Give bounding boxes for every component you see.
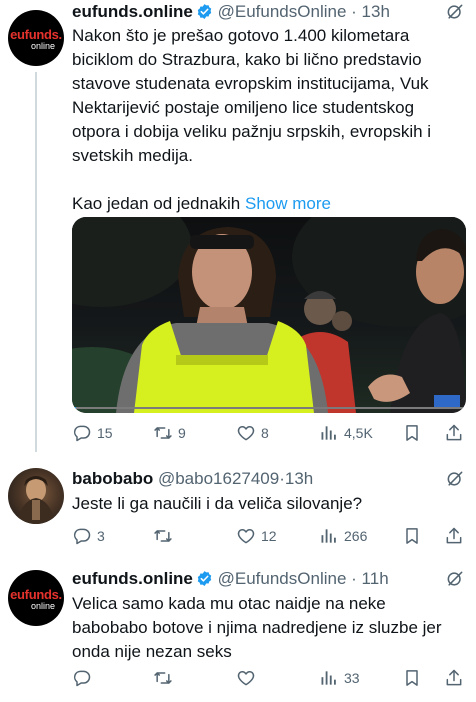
- bookmark-icon: [402, 668, 422, 688]
- share-button[interactable]: [444, 524, 464, 548]
- timestamp[interactable]: 13h: [362, 2, 390, 21]
- avatar[interactable]: eufunds. online: [8, 10, 64, 66]
- text-line: Nektarijević postaje omiljeno lice stude…: [72, 98, 415, 117]
- tweet-header: eufunds.online @EufundsOnline · 11h: [72, 568, 389, 590]
- text-line: Velica samo kada mu otac naidje na neke: [72, 594, 386, 613]
- text-line: biciklom do Strazbura, kako bi lično pre…: [72, 50, 422, 69]
- views-count: 4,5K: [344, 425, 373, 441]
- dot-separator: ·: [351, 569, 357, 588]
- like-count: 8: [261, 425, 269, 441]
- reply-icon: [72, 668, 92, 688]
- views-count: 266: [344, 528, 368, 544]
- action-bar: 3 12 266: [72, 524, 466, 548]
- handle[interactable]: @EufundsOnline: [218, 2, 347, 21]
- retweet-button[interactable]: 9: [153, 421, 186, 445]
- tweet-header: eufunds.online @EufundsOnline · 13h: [72, 1, 390, 23]
- avatar[interactable]: [8, 468, 64, 524]
- views-button[interactable]: 33: [319, 666, 360, 690]
- like-button[interactable]: [236, 666, 261, 690]
- action-bar: 33: [72, 666, 466, 690]
- video-frame: [72, 217, 466, 413]
- like-count: 12: [261, 528, 277, 544]
- like-button[interactable]: 8: [236, 421, 269, 445]
- share-button[interactable]: [444, 666, 464, 690]
- reply-button[interactable]: [72, 666, 97, 690]
- tweet-header: babobabo @babo1627409·13h: [72, 468, 313, 490]
- avatar-logo-subtext: online: [30, 41, 55, 51]
- reply-count: 3: [97, 528, 105, 544]
- handle[interactable]: @EufundsOnline: [218, 569, 347, 588]
- tweet-text: Velica samo kada mu otac naidje na neke …: [72, 592, 464, 664]
- tweet-text: Nakon što je prešao gotovo 1.400 kilomet…: [72, 24, 464, 216]
- reply-count: 15: [97, 425, 113, 441]
- tweet-2[interactable]: babobabo @babo1627409·13h Jeste li ga na…: [0, 452, 476, 560]
- text-line: stavove studenata evropskim institucijam…: [72, 74, 429, 93]
- bookmark-button[interactable]: [402, 524, 422, 548]
- display-name[interactable]: eufunds.online: [72, 2, 193, 21]
- bookmark-button[interactable]: [402, 421, 422, 445]
- tweet-1[interactable]: eufunds. online eufunds.online @EufundsO…: [0, 0, 476, 452]
- verified-badge-icon: [196, 570, 213, 587]
- text-line-tail: Kao jedan od jednakih Show more: [72, 192, 464, 216]
- reply-button[interactable]: 3: [72, 524, 105, 548]
- bookmark-button[interactable]: [402, 666, 422, 690]
- text-line: Nakon što je prešao gotovo 1.400 kilomet…: [72, 26, 410, 45]
- reply-icon: [72, 526, 92, 546]
- share-icon: [444, 668, 464, 688]
- text-spacer: [72, 168, 464, 192]
- views-button[interactable]: 266: [319, 524, 367, 548]
- display-name[interactable]: babobabo: [72, 469, 153, 488]
- reply-button[interactable]: 15: [72, 421, 113, 445]
- views-icon: [319, 526, 339, 546]
- retweet-button[interactable]: [153, 666, 178, 690]
- avatar[interactable]: eufunds. online: [8, 570, 64, 626]
- text-line: otpora i dobija veliku pažnju srpskih, e…: [72, 122, 432, 141]
- timestamp[interactable]: 11h: [362, 569, 389, 588]
- tweet-3[interactable]: eufunds. online eufunds.online @EufundsO…: [0, 560, 476, 702]
- like-button[interactable]: 12: [236, 524, 277, 548]
- share-button[interactable]: [444, 421, 464, 445]
- tweet-text: Jeste li ga naučili i da veliča silovanj…: [72, 492, 464, 516]
- thread-line: [35, 72, 37, 452]
- video-thumbnail[interactable]: [72, 217, 466, 413]
- verified-badge-icon: [196, 3, 213, 20]
- text-line: babobabo botove i njima nadredjene iz sl…: [72, 618, 442, 637]
- retweet-icon: [153, 526, 173, 546]
- heart-icon: [236, 526, 256, 546]
- text-line: Jeste li ga naučili i da veliča silovanj…: [72, 494, 363, 513]
- avatar-logo-subtext: online: [30, 601, 55, 611]
- heart-icon: [236, 423, 256, 443]
- dot-separator: ·: [351, 2, 357, 21]
- views-icon: [319, 668, 339, 688]
- avatar-logo-text: eufunds.: [10, 587, 62, 602]
- display-name[interactable]: eufunds.online: [72, 569, 193, 588]
- share-icon: [444, 423, 464, 443]
- grok-icon[interactable]: [444, 2, 466, 22]
- show-more-link[interactable]: Show more: [245, 194, 331, 213]
- retweet-count: 9: [178, 425, 186, 441]
- handle[interactable]: @babo1627409: [158, 469, 279, 488]
- text-line: onda nije nezan seks: [72, 642, 232, 661]
- bookmark-icon: [402, 423, 422, 443]
- views-button[interactable]: 4,5K: [319, 421, 373, 445]
- views-icon: [319, 423, 339, 443]
- avatar-logo-text: eufunds.: [10, 27, 62, 42]
- retweet-icon: [153, 668, 173, 688]
- grok-icon[interactable]: [444, 469, 466, 489]
- text-tail: Kao jedan od jednakih: [72, 194, 241, 213]
- retweet-button[interactable]: [153, 524, 178, 548]
- avatar-image: [16, 476, 56, 524]
- reply-icon: [72, 423, 92, 443]
- text-line: svetskih medija.: [72, 146, 193, 165]
- grok-icon[interactable]: [444, 569, 466, 589]
- views-count: 33: [344, 670, 360, 686]
- bookmark-icon: [402, 526, 422, 546]
- share-icon: [444, 526, 464, 546]
- action-bar: 15 9 8 4,5K: [72, 421, 466, 445]
- heart-icon: [236, 668, 256, 688]
- timestamp[interactable]: 13h: [285, 469, 313, 488]
- retweet-icon: [153, 423, 173, 443]
